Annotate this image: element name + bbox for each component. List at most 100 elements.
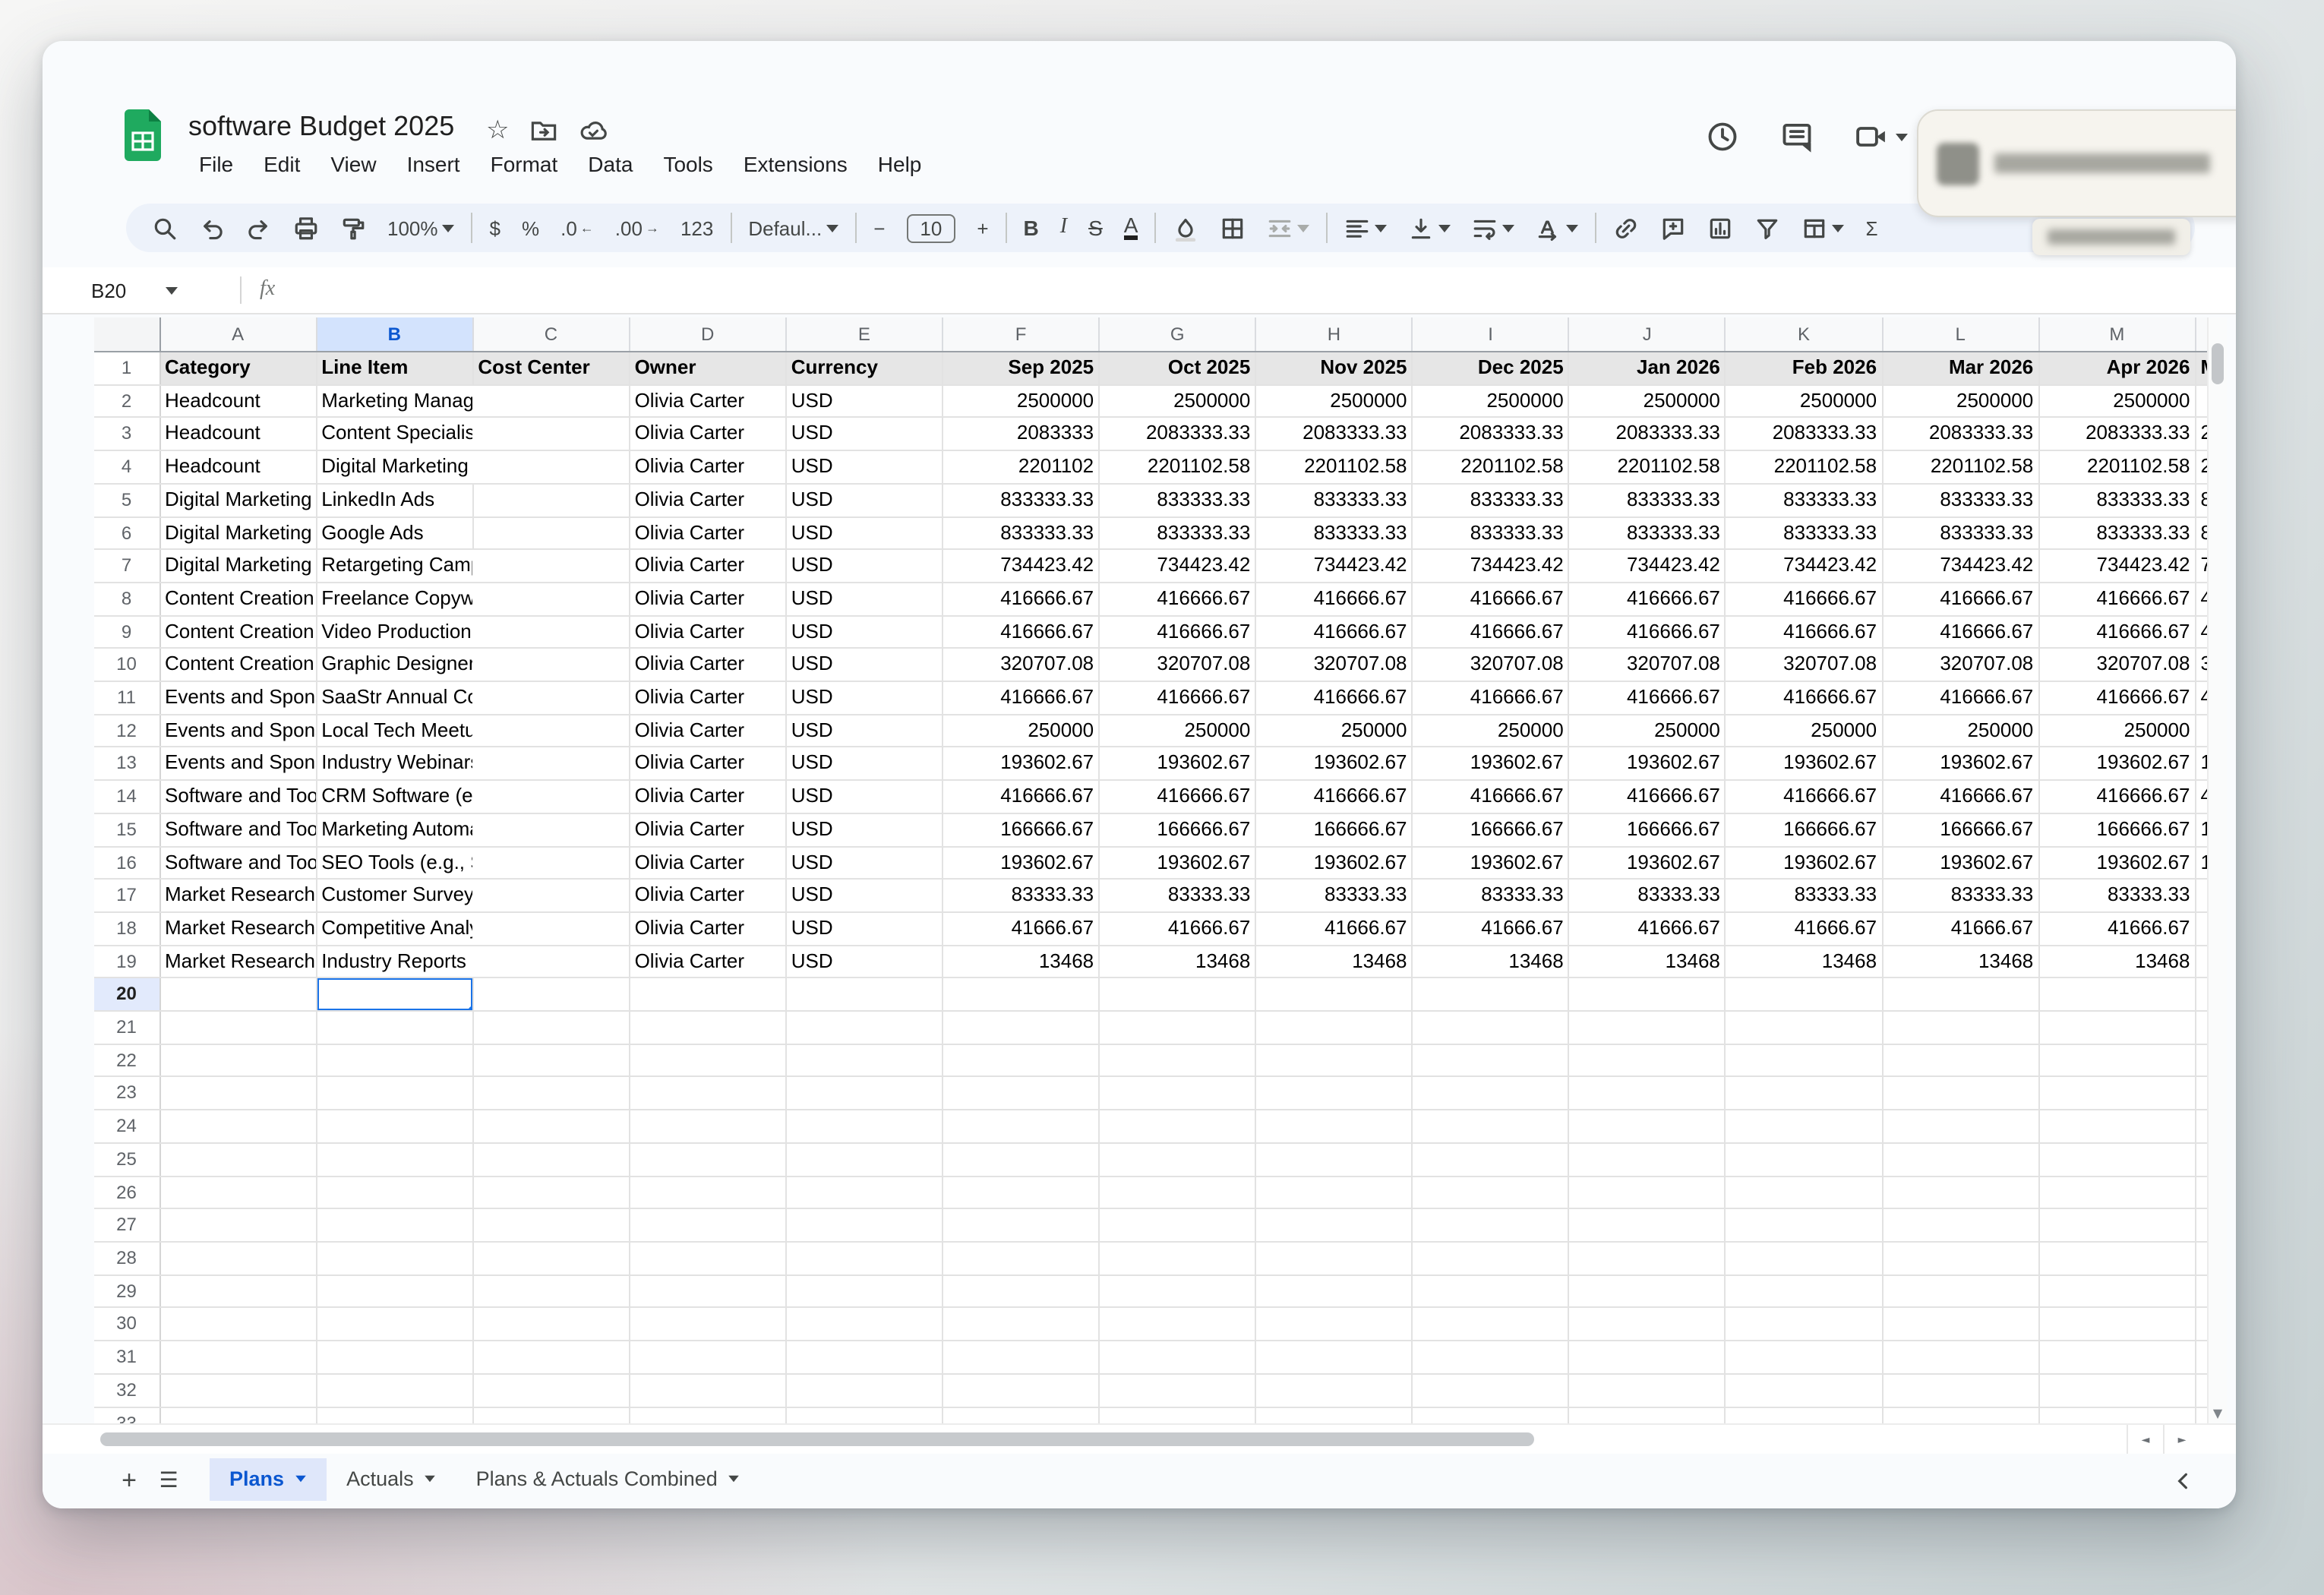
cell[interactable] bbox=[1726, 1308, 1882, 1341]
cell[interactable]: 250000 bbox=[2038, 714, 2195, 747]
cell[interactable] bbox=[1569, 978, 1726, 1011]
vertical-scrollbar-thumb[interactable] bbox=[2212, 343, 2224, 384]
cell[interactable]: USD bbox=[786, 813, 943, 846]
cell[interactable]: Jan 2026 bbox=[1569, 352, 1726, 384]
row-header-12[interactable]: 12 bbox=[94, 714, 159, 747]
cell[interactable]: 193602.67 bbox=[1882, 747, 2038, 780]
cell[interactable] bbox=[1255, 1242, 1412, 1274]
cell[interactable] bbox=[472, 450, 629, 483]
zoom-select-button[interactable]: 100% bbox=[387, 216, 455, 239]
cell[interactable] bbox=[1413, 978, 1569, 1011]
row-header-27[interactable]: 27 bbox=[94, 1209, 159, 1242]
cell[interactable] bbox=[472, 780, 629, 813]
menu-help[interactable]: Help bbox=[864, 149, 936, 179]
cell[interactable]: 416666.67 bbox=[943, 780, 1099, 813]
cell[interactable]: 13468 bbox=[1569, 945, 1726, 978]
cell[interactable]: USD bbox=[786, 780, 943, 813]
row-header-25[interactable]: 25 bbox=[94, 1143, 159, 1176]
row-header-23[interactable]: 23 bbox=[94, 1077, 159, 1110]
cell[interactable] bbox=[1255, 1341, 1412, 1373]
document-title[interactable]: software Budget 2025 bbox=[188, 111, 454, 143]
column-header-G[interactable]: G bbox=[1099, 317, 1255, 352]
cell[interactable]: 41666.67 bbox=[1099, 912, 1255, 945]
cell[interactable]: Apr 2026 bbox=[2038, 352, 2195, 384]
cell[interactable] bbox=[2038, 1308, 2195, 1341]
row-header-30[interactable]: 30 bbox=[94, 1308, 159, 1341]
cell[interactable]: 416666.67 bbox=[1413, 780, 1569, 813]
cell[interactable] bbox=[472, 1077, 629, 1110]
cell[interactable]: Line Item bbox=[316, 352, 472, 384]
paint-format-icon[interactable] bbox=[340, 215, 366, 241]
cell[interactable]: 734423.42 bbox=[1882, 549, 2038, 582]
cell[interactable] bbox=[472, 615, 629, 648]
cell[interactable] bbox=[630, 1011, 786, 1044]
cell[interactable] bbox=[943, 1077, 1099, 1110]
cell[interactable]: 416666.67 bbox=[1882, 583, 2038, 615]
menu-insert[interactable]: Insert bbox=[393, 149, 474, 179]
cell[interactable]: 193602.67 bbox=[1099, 846, 1255, 879]
cell[interactable] bbox=[316, 1011, 472, 1044]
row-header-20[interactable]: 20 bbox=[94, 978, 159, 1011]
cell[interactable]: Market Research bbox=[159, 945, 316, 978]
cell[interactable]: 13468 bbox=[1413, 945, 1569, 978]
cell[interactable] bbox=[472, 1044, 629, 1077]
cell[interactable]: Feb 2026 bbox=[1726, 352, 1882, 384]
align-left-icon[interactable] bbox=[1344, 215, 1387, 241]
cell[interactable]: 250000 bbox=[1882, 714, 2038, 747]
row-header-28[interactable]: 28 bbox=[94, 1242, 159, 1274]
cell[interactable]: 416666.67 bbox=[1882, 681, 2038, 714]
cell[interactable] bbox=[159, 1011, 316, 1044]
cell[interactable]: 83333.33 bbox=[1882, 880, 2038, 912]
cell[interactable]: Google Ads bbox=[316, 516, 472, 549]
cell[interactable] bbox=[630, 1242, 786, 1274]
cell[interactable] bbox=[1726, 1209, 1882, 1242]
cell[interactable] bbox=[630, 1374, 786, 1407]
cell[interactable]: 416666.67 bbox=[1569, 615, 1726, 648]
cell[interactable]: Olivia Carter bbox=[630, 912, 786, 945]
cell[interactable]: Freelance Copywriter bbox=[316, 583, 472, 615]
cell[interactable] bbox=[1255, 1143, 1412, 1176]
cell[interactable]: 833333.33 bbox=[1099, 516, 1255, 549]
cell[interactable] bbox=[472, 1341, 629, 1373]
cell[interactable] bbox=[1413, 1209, 1569, 1242]
cell[interactable] bbox=[630, 1341, 786, 1373]
version-history-icon[interactable] bbox=[1706, 120, 1739, 153]
cell[interactable]: Events and Sponsorship bbox=[159, 681, 316, 714]
cell[interactable]: 41666.67 bbox=[1413, 912, 1569, 945]
cell[interactable] bbox=[1569, 1110, 1726, 1142]
cell[interactable] bbox=[1882, 1341, 2038, 1373]
format-currency-button[interactable]: $ bbox=[490, 216, 500, 239]
name-box[interactable]: B20 bbox=[43, 279, 237, 302]
cell[interactable] bbox=[316, 1341, 472, 1373]
cell[interactable]: 320707.08 bbox=[1882, 649, 2038, 681]
cell[interactable]: 416666.67 bbox=[1413, 583, 1569, 615]
cell[interactable] bbox=[1882, 1308, 2038, 1341]
cell[interactable] bbox=[786, 1242, 943, 1274]
cell[interactable]: 250000 bbox=[1255, 714, 1412, 747]
decrease-decimal-button[interactable]: .0← bbox=[560, 216, 594, 239]
tab-plans-actuals-combined[interactable]: Plans & Actuals Combined bbox=[456, 1458, 760, 1500]
cell[interactable]: Local Tech Meetups Sponsorship bbox=[316, 714, 472, 747]
cell[interactable]: 2500000 bbox=[1255, 384, 1412, 417]
cell[interactable] bbox=[786, 1341, 943, 1373]
search-icon[interactable] bbox=[152, 215, 178, 241]
cell[interactable]: 193602.67 bbox=[1255, 846, 1412, 879]
cell[interactable] bbox=[786, 1176, 943, 1208]
cell[interactable]: Olivia Carter bbox=[630, 649, 786, 681]
cell[interactable] bbox=[1569, 1274, 1726, 1307]
cell[interactable] bbox=[1726, 1374, 1882, 1407]
tab-actuals-caret-icon[interactable] bbox=[425, 1476, 436, 1483]
cell[interactable] bbox=[943, 1044, 1099, 1077]
cell[interactable]: 2083333.33 bbox=[1569, 418, 1726, 450]
column-header-H[interactable]: H bbox=[1255, 317, 1412, 352]
row-header-7[interactable]: 7 bbox=[94, 549, 159, 582]
cell[interactable]: USD bbox=[786, 450, 943, 483]
spreadsheet-grid[interactable]: ABCDEFGHIJKLM1CategoryLine ItemCost Cent… bbox=[94, 317, 2210, 1463]
row-header-31[interactable]: 31 bbox=[94, 1341, 159, 1373]
cell[interactable]: 833333.33 bbox=[1882, 516, 2038, 549]
cell[interactable] bbox=[1099, 1341, 1255, 1373]
all-sheets-icon[interactable]: ☰ bbox=[149, 1469, 188, 1493]
text-color-button[interactable]: A bbox=[1124, 216, 1138, 240]
cell[interactable] bbox=[786, 978, 943, 1011]
cell[interactable] bbox=[316, 1274, 472, 1307]
